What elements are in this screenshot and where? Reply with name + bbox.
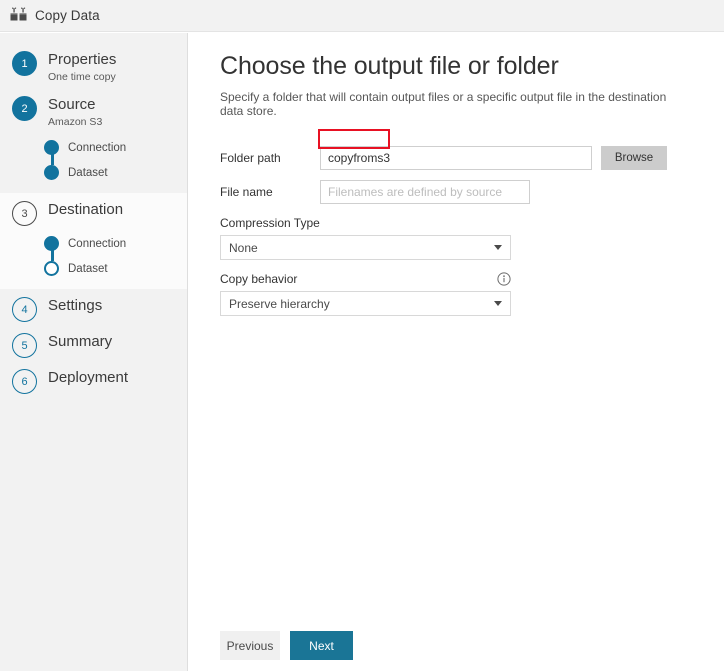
step-text-deployment: Deployment [48, 368, 128, 387]
substep-label-destination-connection: Connection [68, 238, 126, 250]
file-name-row: File name [220, 180, 690, 204]
chevron-down-icon [494, 301, 502, 306]
next-button[interactable]: Next [290, 631, 353, 660]
wizard-footer: Previous Next [220, 631, 353, 660]
step-row-summary[interactable]: 5 Summary [0, 325, 187, 361]
page-subtitle: Specify a folder that will contain outpu… [220, 90, 690, 118]
step-title-deployment: Deployment [48, 368, 128, 387]
substep-dot-filled [44, 165, 59, 180]
compression-type-label-row: Compression Type [220, 216, 511, 230]
file-name-label: File name [220, 185, 320, 199]
compression-type-value: None [229, 241, 488, 255]
copy-behavior-label-row: Copy behavior [220, 272, 511, 286]
substep-dot-filled [44, 236, 59, 251]
step-row-deployment[interactable]: 6 Deployment [0, 361, 187, 397]
step-badge-1: 1 [12, 51, 37, 76]
substep-label-source-dataset: Dataset [68, 167, 108, 179]
step-text-summary: Summary [48, 332, 112, 351]
step-title-source: Source [48, 95, 102, 114]
step-badge-2: 2 [12, 96, 37, 121]
step-text-destination: Destination [48, 200, 123, 219]
wizard-shell: 1 Properties One time copy 2 Source Amaz… [0, 33, 724, 671]
step-badge-6: 6 [12, 369, 37, 394]
page-title: Choose the output file or folder [220, 52, 690, 81]
info-icon[interactable] [497, 272, 511, 286]
copy-behavior-value: Preserve hierarchy [229, 297, 488, 311]
step-text-settings: Settings [48, 296, 102, 315]
substep-source-dataset[interactable]: Dataset [0, 160, 187, 185]
wizard-sidebar: 1 Properties One time copy 2 Source Amaz… [0, 33, 188, 671]
substep-destination-dataset[interactable]: Dataset [0, 256, 187, 281]
folder-path-row: Folder path Browse [220, 146, 690, 170]
step-title-settings: Settings [48, 296, 102, 315]
main-panel: Choose the output file or folder Specify… [188, 33, 724, 671]
substep-dot-hollow [44, 261, 59, 276]
step-row-settings[interactable]: 4 Settings [0, 289, 187, 325]
copy-behavior-select[interactable]: Preserve hierarchy [220, 291, 511, 316]
folder-path-label: Folder path [220, 151, 320, 165]
folder-path-input[interactable] [320, 146, 592, 170]
sidebar-step-source[interactable]: 2 Source Amazon S3 Connection Dataset [0, 88, 187, 193]
substep-source-connection[interactable]: Connection [0, 135, 187, 160]
sidebar-step-summary[interactable]: 5 Summary [0, 325, 187, 361]
step-badge-4: 4 [12, 297, 37, 322]
source-substeps: Connection Dataset [0, 133, 187, 193]
step-badge-5: 5 [12, 333, 37, 358]
window-title: Copy Data [35, 8, 100, 23]
step-row-destination[interactable]: 3 Destination [0, 193, 187, 229]
copy-data-icon [9, 7, 29, 25]
sidebar-step-properties[interactable]: 1 Properties One time copy [0, 43, 187, 88]
destination-substeps: Connection Dataset [0, 229, 187, 289]
step-sub-source: Amazon S3 [48, 115, 102, 130]
sidebar-step-destination[interactable]: 3 Destination Connection Dataset [0, 193, 187, 289]
step-row-properties[interactable]: 1 Properties One time copy [0, 43, 187, 88]
step-row-source[interactable]: 2 Source Amazon S3 [0, 88, 187, 133]
sidebar-step-deployment[interactable]: 6 Deployment [0, 361, 187, 397]
window-titlebar: Copy Data [0, 0, 724, 32]
chevron-down-icon [494, 245, 502, 250]
sidebar-step-settings[interactable]: 4 Settings [0, 289, 187, 325]
copy-behavior-label: Copy behavior [220, 272, 297, 286]
step-title-properties: Properties [48, 50, 116, 69]
step-sub-properties: One time copy [48, 70, 116, 85]
substep-label-source-connection: Connection [68, 142, 126, 154]
step-title-destination: Destination [48, 200, 123, 219]
copy-behavior-block: Copy behavior Preserve hierarchy [220, 272, 690, 316]
step-title-summary: Summary [48, 332, 112, 351]
step-text-properties: Properties One time copy [48, 50, 116, 85]
substep-dot-filled [44, 140, 59, 155]
compression-type-label: Compression Type [220, 216, 320, 230]
substep-label-destination-dataset: Dataset [68, 263, 108, 275]
browse-button[interactable]: Browse [601, 146, 667, 170]
step-text-source: Source Amazon S3 [48, 95, 102, 130]
file-name-input[interactable] [320, 180, 530, 204]
compression-type-select[interactable]: None [220, 235, 511, 260]
compression-type-block: Compression Type None [220, 216, 690, 260]
step-badge-3: 3 [12, 201, 37, 226]
substep-destination-connection[interactable]: Connection [0, 231, 187, 256]
previous-button[interactable]: Previous [220, 631, 280, 660]
